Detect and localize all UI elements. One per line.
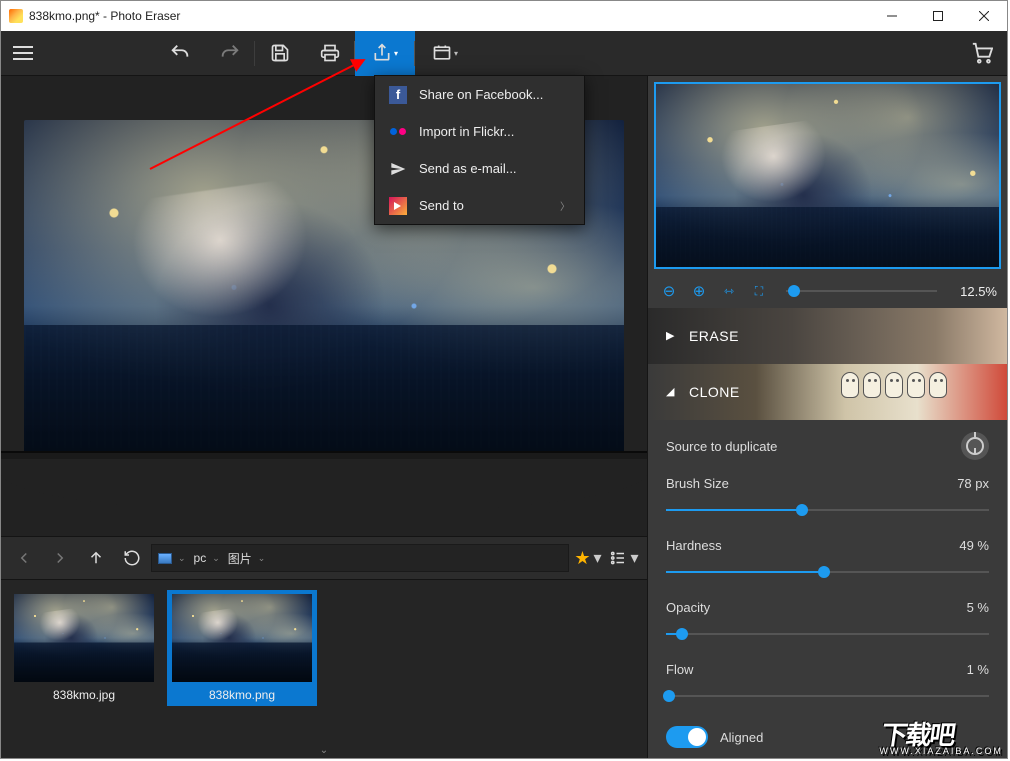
flow-value: 1 % [939, 662, 989, 677]
facebook-icon: f [389, 86, 407, 104]
hardness-label: Hardness [666, 538, 927, 553]
menu-button[interactable] [1, 31, 45, 76]
zoom-in-button[interactable]: ⊕ [688, 282, 710, 300]
brush-size-value: 78 px [939, 476, 989, 491]
zoom-slider[interactable] [786, 290, 937, 292]
path-segment[interactable]: 图片 [228, 550, 252, 567]
minimize-button[interactable] [869, 1, 915, 31]
menu-item-label: Share on Facebook... [419, 87, 543, 102]
window-title: 838kmo.png* - Photo Eraser [29, 9, 869, 23]
watermark: 下载吧 WWW.XIAZAIBA.COM [878, 724, 1006, 755]
star-icon: ★ [574, 548, 590, 569]
zoom-value: 12.5% [953, 284, 997, 299]
app-logo-icon [9, 9, 23, 23]
flow-slider[interactable] [666, 688, 989, 704]
sendto-icon [389, 197, 407, 215]
caret-down-icon: ▾ [394, 49, 398, 58]
paper-plane-icon [389, 160, 407, 178]
menu-item-label: Send as e-mail... [419, 161, 517, 176]
favorite-button[interactable]: ★▾ [571, 541, 605, 575]
preview-thumbnail[interactable] [654, 82, 1001, 269]
collapse-handle[interactable]: ⌄ [320, 745, 328, 756]
path-breadcrumb[interactable]: ⌄ pc⌄ 图片⌄ [151, 544, 569, 572]
path-segment[interactable]: pc [194, 551, 207, 565]
save-button[interactable] [255, 31, 305, 76]
chevron-down-icon: ◢ [666, 385, 675, 398]
chevron-right-icon: 〉 [560, 198, 570, 213]
redo-button[interactable] [205, 31, 255, 76]
hardness-slider[interactable] [666, 564, 989, 580]
opacity-label: Opacity [666, 600, 927, 615]
view-options-button[interactable]: ▾ [607, 541, 641, 575]
thumbnail-strip: 838kmo.jpg 838kmo.png ⌄ [1, 580, 647, 758]
aligned-toggle[interactable] [666, 726, 708, 748]
flickr-icon [389, 123, 407, 141]
flow-label: Flow [666, 662, 927, 677]
brush-size-slider[interactable] [666, 502, 989, 518]
pc-icon [158, 553, 172, 564]
refresh-button[interactable] [115, 541, 149, 575]
clone-section-header[interactable]: ◢ CLONE [648, 364, 1007, 420]
chevron-right-icon: ▶ [666, 329, 675, 342]
side-panel: ⊖ ⊕ ⇿ ⛶ 12.5% ▶ ERASE ◢ CLONE Source to … [647, 76, 1007, 758]
opacity-value: 5 % [939, 600, 989, 615]
doodle-icon [841, 372, 947, 398]
batch-button[interactable]: ▾ [415, 31, 475, 76]
back-button[interactable] [7, 541, 41, 575]
up-button[interactable] [79, 541, 113, 575]
caret-down-icon: ▾ [454, 49, 458, 58]
section-label: CLONE [689, 384, 740, 400]
maximize-button[interactable] [915, 1, 961, 31]
thumbnail-label: 838kmo.jpg [53, 688, 115, 702]
close-button[interactable] [961, 1, 1007, 31]
forward-button[interactable] [43, 541, 77, 575]
fit-screen-icon[interactable]: ⛶ [748, 284, 770, 299]
share-dropdown: f Share on Facebook... Import in Flickr.… [374, 75, 585, 225]
brush-size-label: Brush Size [666, 476, 927, 491]
toolbar: ▾ ▾ [1, 31, 1007, 76]
share-sendto-item[interactable]: Send to 〉 [375, 187, 584, 224]
zoom-out-button[interactable]: ⊖ [658, 282, 680, 300]
opacity-slider[interactable] [666, 626, 989, 642]
file-browser-bar: ⌄ pc⌄ 图片⌄ ★▾ ▾ [1, 536, 647, 580]
share-email-item[interactable]: Send as e-mail... [375, 150, 584, 187]
menu-item-label: Send to [419, 198, 464, 213]
titlebar: 838kmo.png* - Photo Eraser [1, 1, 1007, 31]
fit-width-icon[interactable]: ⇿ [718, 284, 740, 298]
cart-button[interactable] [957, 31, 1007, 76]
hardness-value: 49 % [939, 538, 989, 553]
thumbnail-item[interactable]: 838kmo.jpg [9, 590, 159, 706]
section-label: ERASE [689, 328, 739, 344]
undo-button[interactable] [155, 31, 205, 76]
source-target-button[interactable] [961, 432, 989, 460]
thumbnail-label: 838kmo.png [209, 688, 275, 702]
share-button[interactable]: ▾ [355, 31, 415, 76]
aligned-label: Aligned [720, 730, 763, 745]
thumbnail-item[interactable]: 838kmo.png [167, 590, 317, 706]
menu-item-label: Import in Flickr... [419, 124, 514, 139]
share-facebook-item[interactable]: f Share on Facebook... [375, 76, 584, 113]
source-label: Source to duplicate [666, 439, 949, 454]
share-flickr-item[interactable]: Import in Flickr... [375, 113, 584, 150]
erase-section-header[interactable]: ▶ ERASE [648, 308, 1007, 364]
